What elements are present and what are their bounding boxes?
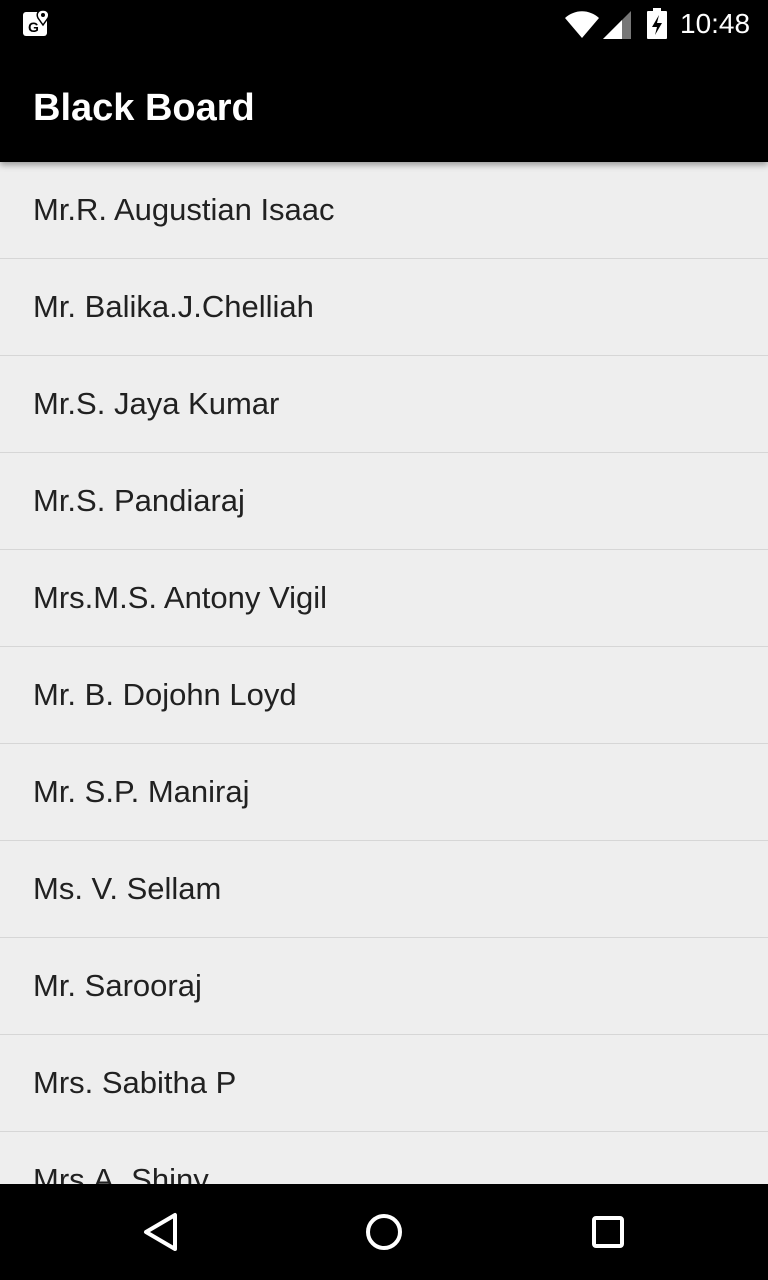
home-icon[interactable] — [360, 1208, 408, 1256]
maps-notification-icon: G — [23, 9, 50, 36]
list-item-label: Mrs.M.S. Antony Vigil — [33, 580, 328, 615]
list-item[interactable]: Mr. Balika.J.Chelliah — [0, 259, 768, 356]
back-icon[interactable] — [136, 1208, 184, 1256]
list-item[interactable]: Mr. B. Dojohn Loyd — [0, 647, 768, 744]
status-bar: G 10:48 — [0, 0, 768, 48]
app-bar: Black Board — [0, 48, 768, 162]
list-item-label: Ms. V. Sellam — [33, 871, 222, 906]
navigation-bar — [0, 1184, 768, 1280]
list-item-label: Mrs.A. Shiny — [33, 1162, 209, 1184]
list-item[interactable]: Ms. V. Sellam — [0, 841, 768, 938]
recents-icon[interactable] — [584, 1208, 632, 1256]
status-clock: 10:48 — [680, 8, 751, 39]
list-item-label: Mr.S. Jaya Kumar — [33, 386, 280, 421]
list-item-label: Mr.R. Augustian Isaac — [33, 192, 335, 227]
wifi-icon — [565, 11, 599, 38]
list-item-label: Mr. Sarooraj — [33, 968, 202, 1003]
list-item-label: Mrs. Sabitha P — [33, 1065, 237, 1100]
list-item[interactable]: Mrs. Sabitha P — [0, 1035, 768, 1132]
list-item[interactable]: Mr. Sarooraj — [0, 938, 768, 1035]
list-item-label: Mr. S.P. Maniraj — [33, 774, 250, 809]
list-item-label: Mr. Balika.J.Chelliah — [33, 289, 314, 324]
app-title: Black Board — [33, 87, 255, 129]
battery-charging-icon — [647, 8, 667, 39]
teacher-list[interactable]: Mr.R. Augustian Isaac Mr. Balika.J.Chell… — [0, 162, 768, 1184]
list-item[interactable]: Mrs.A. Shiny — [0, 1132, 768, 1184]
list-item[interactable]: Mr. S.P. Maniraj — [0, 744, 768, 841]
list-item[interactable]: Mr.R. Augustian Isaac — [0, 162, 768, 259]
signal-icon — [603, 11, 631, 39]
list-item[interactable]: Mrs.M.S. Antony Vigil — [0, 550, 768, 647]
list-item-label: Mr. B. Dojohn Loyd — [33, 677, 297, 712]
list-item[interactable]: Mr.S. Pandiaraj — [0, 453, 768, 550]
list-item[interactable]: Mr.S. Jaya Kumar — [0, 356, 768, 453]
list-item-label: Mr.S. Pandiaraj — [33, 483, 245, 518]
svg-text:G: G — [28, 19, 39, 35]
